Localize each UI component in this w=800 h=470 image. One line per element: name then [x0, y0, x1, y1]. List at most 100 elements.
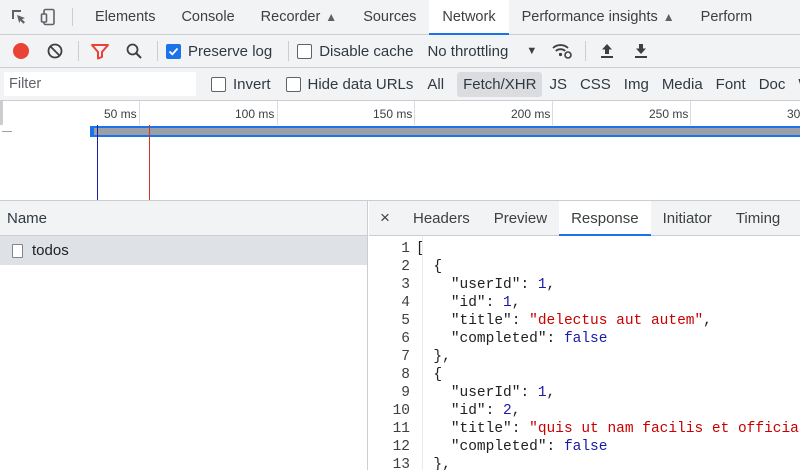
disable-cache-label: Disable cache — [319, 42, 414, 60]
json-punctuation: [ — [416, 241, 425, 257]
line-number: 11 — [392, 421, 410, 437]
type-filter-ws[interactable]: W — [792, 72, 800, 97]
tab-timing[interactable]: Timing — [724, 201, 792, 235]
code-line: 3 "userId": 1, — [369, 276, 800, 294]
json-value: "delectus aut autem" — [529, 313, 704, 329]
toolbar-divider — [157, 41, 158, 61]
record-button[interactable] — [8, 38, 34, 64]
line-number: 8 — [401, 367, 410, 383]
code-text: "id": 2, — [416, 402, 521, 420]
tab-initiator[interactable]: Initiator — [651, 201, 724, 235]
experimental-flask-icon: ▲ — [662, 10, 675, 24]
timeline-tick — [552, 101, 553, 125]
request-row-todos[interactable]: todos — [0, 236, 367, 265]
main-tab-bar: Elements Console Recorder ▲ Sources Netwo… — [0, 0, 800, 35]
network-toolbar: Preserve log Disable cache No throttling… — [0, 35, 800, 68]
tab-label: Sources — [363, 9, 417, 25]
experimental-flask-icon: ▲ — [325, 10, 338, 24]
type-filter-all[interactable]: All — [421, 72, 450, 97]
invert-checkbox[interactable]: Invert — [211, 76, 271, 93]
json-comma: , — [703, 313, 712, 329]
line-number: 6 — [401, 331, 410, 347]
code-text: "id": 1, — [416, 294, 521, 312]
json-key: "id" — [450, 403, 486, 419]
disable-cache-checkbox[interactable]: Disable cache — [297, 43, 413, 60]
line-number: 3 — [401, 277, 410, 293]
detail-tab-bar: × Headers Preview Response Initiator Tim… — [369, 201, 800, 236]
type-filter-js[interactable]: JS — [543, 72, 573, 97]
type-filter-fetch-xhr[interactable]: Fetch/XHR — [457, 71, 543, 97]
throttling-select[interactable]: No throttling ▼ — [427, 43, 537, 60]
tab-bar-divider — [72, 8, 73, 26]
device-toolbar-icon[interactable] — [34, 0, 64, 34]
json-value: 2 — [503, 403, 512, 419]
type-filter-doc[interactable]: Doc — [753, 72, 792, 97]
tab-label: Initiator — [662, 209, 712, 227]
filter-toggle-button[interactable] — [87, 38, 113, 64]
tab-recorder[interactable]: Recorder ▲ — [248, 0, 351, 34]
tab-elements[interactable]: Elements — [82, 0, 168, 34]
json-comma: , — [546, 385, 556, 401]
search-button[interactable] — [121, 38, 147, 64]
tab-network[interactable]: Network — [429, 0, 509, 35]
tab-label: Response — [571, 209, 639, 227]
line-number: 7 — [401, 349, 410, 365]
name-column-header[interactable]: Name — [0, 201, 367, 236]
tab-label: Headers — [413, 209, 470, 227]
search-icon — [126, 43, 142, 59]
tab-console[interactable]: Console — [168, 0, 247, 34]
network-conditions-button[interactable] — [549, 38, 575, 64]
tab-label: Console — [181, 9, 235, 25]
code-line: 12 "completed": false — [369, 438, 800, 456]
tab-sources[interactable]: Sources — [350, 0, 429, 34]
tab-preview[interactable]: Preview — [482, 201, 559, 235]
code-text: "completed": false — [416, 438, 608, 456]
timeline-tick-label: 30 — [787, 107, 800, 121]
timeline-overview[interactable]: 50 ms 100 ms 150 ms 200 ms 250 ms 30 — [0, 101, 800, 201]
json-value: 1 — [503, 295, 512, 311]
load-event-line — [149, 125, 150, 200]
response-code-viewer[interactable]: 1[2 {3 "userId": 1, 4 "id": 1, 5 "title": … — [369, 236, 800, 470]
clear-button[interactable] — [42, 38, 68, 64]
close-detail-button[interactable]: × — [369, 201, 401, 235]
preserve-log-checkbox[interactable]: Preserve log — [166, 43, 272, 60]
json-value: "quis ut nam facilis et officia q — [529, 421, 800, 437]
chevron-down-icon: ▼ — [526, 45, 538, 57]
json-comma: , — [511, 403, 521, 419]
code-text: { — [416, 258, 442, 276]
export-har-button[interactable] — [628, 38, 654, 64]
wifi-settings-icon — [552, 44, 573, 59]
tab-headers[interactable]: Headers — [401, 201, 482, 235]
timeline-tick — [277, 101, 278, 125]
json-key: "userId" — [450, 277, 521, 293]
overview-resize-handle[interactable] — [0, 101, 3, 125]
request-timing-bar-start — [90, 126, 94, 137]
filter-bar: Invert Hide data URLs All Fetch/XHR JS C… — [0, 68, 800, 101]
tab-performance-insights[interactable]: Performance insights ▲ — [509, 0, 688, 34]
type-filter-css[interactable]: CSS — [574, 72, 617, 97]
code-text: "userId": 1, — [416, 276, 555, 294]
request-timing-bar — [90, 126, 800, 137]
preserve-log-label: Preserve log — [188, 42, 273, 60]
tab-response[interactable]: Response — [559, 201, 651, 236]
inspect-element-icon[interactable] — [4, 0, 34, 34]
filter-input[interactable] — [4, 72, 196, 96]
type-filter-font[interactable]: Font — [710, 72, 752, 97]
import-har-button[interactable] — [594, 38, 620, 64]
hide-data-urls-checkbox[interactable]: Hide data URLs — [285, 76, 413, 93]
json-comma: , — [546, 277, 556, 293]
request-name: todos — [32, 242, 69, 259]
code-text: "userId": 1, — [416, 384, 555, 402]
toolbar-divider — [78, 41, 79, 61]
tab-label: Perform — [700, 9, 753, 25]
json-colon: : — [520, 385, 538, 401]
json-comma: , — [511, 295, 521, 311]
type-filter-media[interactable]: Media — [656, 72, 709, 97]
tab-label: Performance insights — [521, 9, 658, 25]
gutter-divider — [422, 236, 423, 470]
line-number: 10 — [392, 403, 410, 419]
tab-performance[interactable]: Perform — [688, 0, 766, 34]
json-value: false — [563, 331, 608, 347]
type-filter-img[interactable]: Img — [618, 72, 655, 97]
